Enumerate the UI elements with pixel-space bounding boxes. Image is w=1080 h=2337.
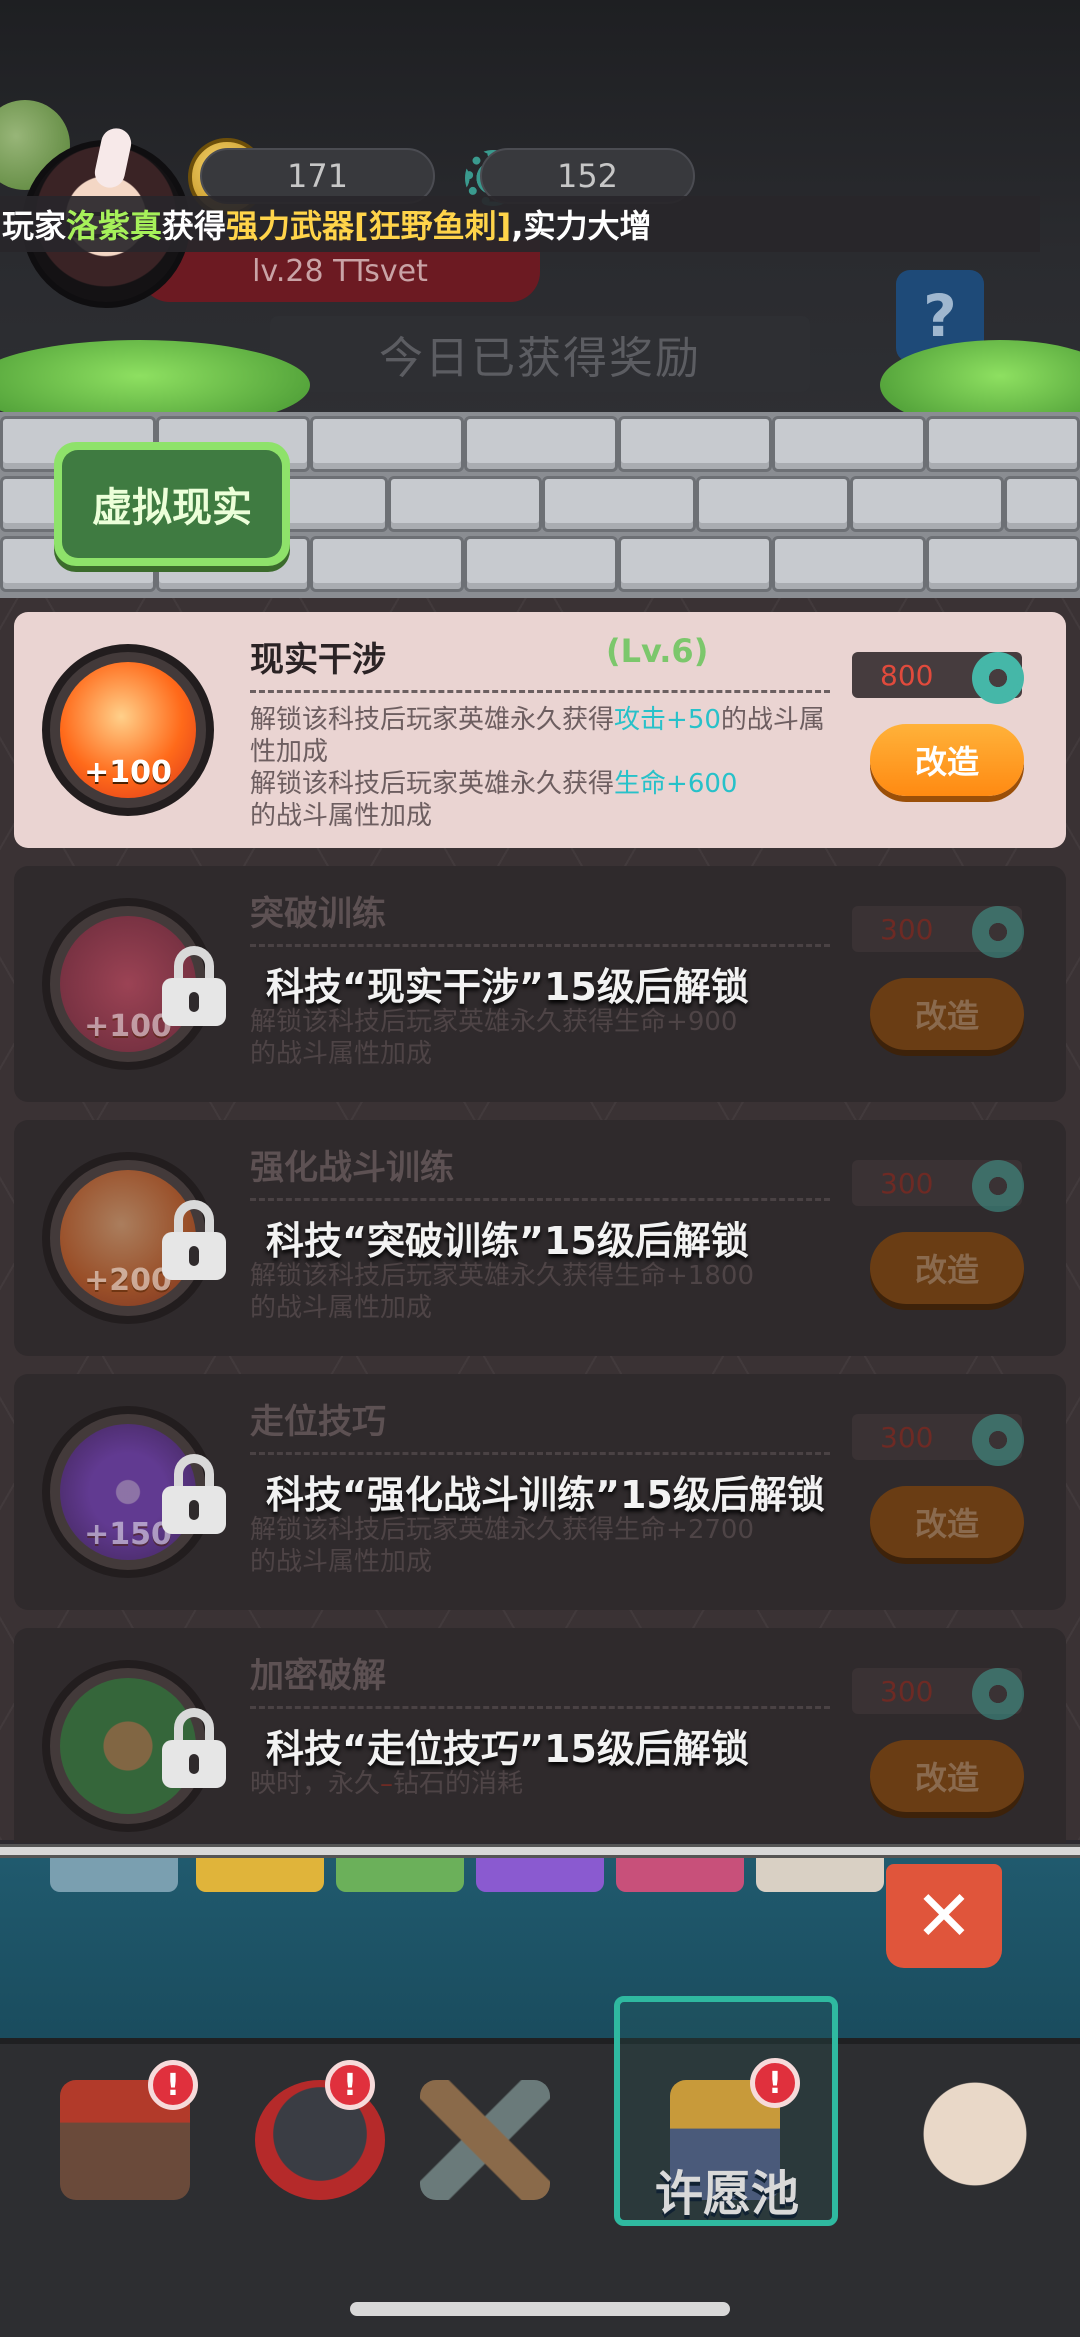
tech-title: 突破训练	[250, 894, 386, 934]
lock-icon	[162, 946, 226, 1026]
tech-bonus: +100	[84, 755, 172, 790]
tab-virtual-reality[interactable]: 虚拟现实	[54, 442, 290, 566]
ticker-gained: 获得	[162, 207, 227, 245]
gears-value: 152	[556, 157, 619, 195]
panel-bottom-edge	[0, 1844, 1080, 1858]
help-icon: ?	[923, 282, 957, 350]
gear-icon	[972, 1414, 1024, 1466]
gear-icon	[972, 1668, 1024, 1720]
tech-description: 解锁该科技后玩家英雄永久获得生命+2700 的战斗属性加成	[250, 1515, 754, 1577]
crossed-swords-icon	[420, 2080, 550, 2200]
today-rewards-label[interactable]: 今日已获得奖励	[270, 316, 810, 392]
notification-badge: !	[750, 2058, 800, 2108]
cost-value: 300	[880, 912, 934, 946]
item-tile	[616, 1858, 744, 1892]
divider	[250, 1198, 830, 1201]
lock-icon	[162, 1708, 226, 1788]
ticker-suffix: ,实力大增	[511, 207, 652, 245]
item-tile	[476, 1858, 604, 1892]
tech-icon-frame: +100	[42, 644, 214, 816]
tech-title: 强化战斗训练	[250, 1148, 454, 1188]
tech-card-decryption: 加密破解 映时，永久–钻石的消耗 科技“走位技巧”15级后解锁 300 改造	[14, 1628, 1066, 1843]
unlock-requirement: 科技“强化战斗训练”15级后解锁	[266, 1473, 825, 1517]
tech-card-positioning-skill: +150 走位技巧 解锁该科技后玩家英雄永久获得生命+2700 的战斗属性加成 …	[14, 1374, 1066, 1610]
upgrade-button[interactable]: 改造	[870, 1486, 1024, 1558]
unlock-requirement: 科技“突破训练”15级后解锁	[266, 1219, 749, 1263]
home-indicator[interactable]	[350, 2302, 730, 2316]
item-tile	[50, 1858, 178, 1892]
cost-value: 800	[880, 658, 934, 692]
divider	[250, 1452, 830, 1455]
gear-icon	[972, 652, 1024, 704]
gear-icon	[972, 906, 1024, 958]
coins-value: 171	[286, 157, 349, 195]
tech-level: (Lv.6)	[606, 632, 709, 670]
tech-description: 解锁该科技后玩家英雄永久获得攻击+50的战斗属性加成 解锁该科技后玩家英雄永久获…	[250, 705, 825, 831]
lock-icon	[162, 1200, 226, 1280]
divider	[250, 944, 830, 947]
close-button[interactable]: ✕	[886, 1864, 1002, 1968]
divider	[250, 1706, 830, 1709]
nav-boss[interactable]	[880, 2060, 1060, 2230]
tab-virtual-reality-label: 虚拟现实	[62, 450, 282, 558]
gear-icon	[972, 1160, 1024, 1212]
nav-weapons[interactable]	[390, 2060, 570, 2230]
tech-title: 走位技巧	[250, 1402, 386, 1442]
cost-value: 300	[880, 1166, 934, 1200]
ticker-item: 强力武器[狂野鱼刺]	[226, 207, 512, 245]
broadcast-ticker: 玩家 洛紫真 获得 强力武器[狂野鱼刺] ,实力大增	[0, 196, 1040, 252]
close-icon: ✕	[914, 1875, 974, 1957]
divider	[250, 690, 830, 693]
wishing-well-label: 许愿池	[654, 2166, 799, 2222]
player-level: lv.28	[252, 253, 324, 289]
tech-description: 解锁该科技后玩家英雄永久获得生命+900 的战斗属性加成	[250, 1007, 738, 1069]
tech-title: 现实干涉	[250, 640, 386, 680]
player-name: TTsvet	[333, 253, 428, 289]
tech-list[interactable]: +100 现实干涉 (Lv.6) 解锁该科技后玩家英雄永久获得攻击+50的战斗属…	[0, 598, 1080, 1843]
unlock-requirement: 科技“走位技巧”15级后解锁	[266, 1727, 749, 1771]
tech-card-enhanced-combat-training: +200 强化战斗训练 解锁该科技后玩家英雄永久获得生命+1800 的战斗属性加…	[14, 1120, 1066, 1356]
upgrade-button[interactable]: 改造	[870, 978, 1024, 1050]
item-tile	[196, 1858, 324, 1892]
ticker-prefix: 玩家	[2, 207, 67, 245]
lock-icon	[162, 1454, 226, 1534]
skull-icon	[910, 2080, 1040, 2200]
tech-title: 加密破解	[250, 1656, 386, 1696]
tech-card-breakthrough-training: +100 突破训练 解锁该科技后玩家英雄永久获得生命+900 的战斗属性加成 科…	[14, 866, 1066, 1102]
tech-card-reality-intervention: +100 现实干涉 (Lv.6) 解锁该科技后玩家英雄永久获得攻击+50的战斗属…	[14, 612, 1066, 848]
item-tile	[756, 1858, 884, 1892]
unlock-requirement: 科技“现实干涉”15级后解锁	[266, 965, 749, 1009]
cost-value: 300	[880, 1674, 934, 1708]
ticker-player: 洛紫真	[66, 207, 163, 245]
notification-badge: !	[325, 2060, 375, 2110]
nav-shop[interactable]: !	[30, 2060, 210, 2230]
upgrade-button[interactable]: 改造	[870, 724, 1024, 796]
cost-value: 300	[880, 1420, 934, 1454]
notification-badge: !	[148, 2060, 198, 2110]
upgrade-button[interactable]: 改造	[870, 1740, 1024, 1812]
upgrade-button[interactable]: 改造	[870, 1232, 1024, 1304]
tech-description: 解锁该科技后玩家英雄永久获得生命+1800 的战斗属性加成	[250, 1261, 754, 1323]
nav-hero[interactable]: !	[225, 2060, 405, 2230]
item-tile	[336, 1858, 464, 1892]
